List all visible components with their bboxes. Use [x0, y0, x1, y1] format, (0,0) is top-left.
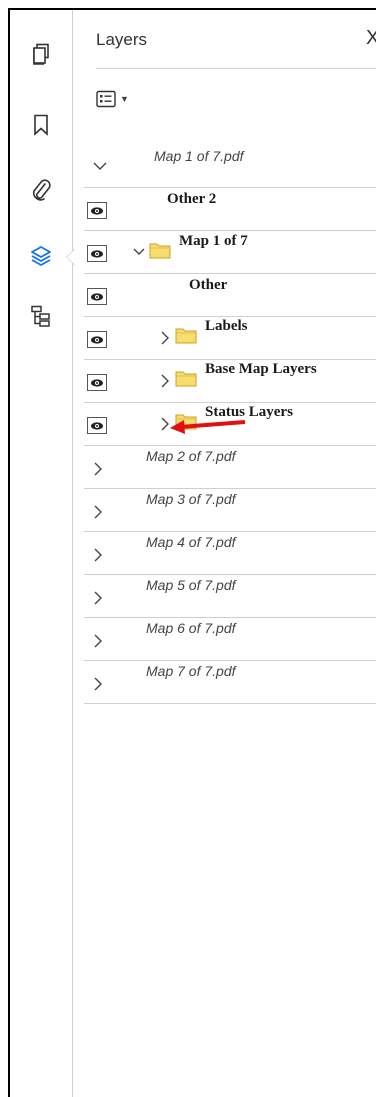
- annotation-arrow: [170, 420, 246, 434]
- visibility-toggle[interactable]: [87, 417, 107, 434]
- chevron-right-icon[interactable]: [89, 546, 107, 564]
- tree-item-label: Other 2: [167, 191, 217, 207]
- tree-item-label: Map 1 of 7.pdf: [154, 148, 244, 164]
- visibility-toggle[interactable]: [87, 202, 107, 219]
- chevron-right-icon[interactable]: [89, 675, 107, 693]
- chevron-down-icon[interactable]: [131, 244, 147, 260]
- chevron-right-icon[interactable]: [157, 330, 173, 346]
- tree-item-map-2-pdf[interactable]: Map 2 of 7.pdf: [84, 446, 376, 489]
- attachment-icon[interactable]: [27, 176, 55, 204]
- visibility-toggle[interactable]: [87, 288, 107, 305]
- navigation-rail: [10, 10, 75, 1097]
- chevron-down-icon[interactable]: [91, 157, 109, 175]
- chevron-right-icon[interactable]: [89, 632, 107, 650]
- chevron-down-icon: ▼: [120, 94, 129, 104]
- eye-icon: [91, 421, 103, 430]
- tree-item-label: Map 4 of 7.pdf: [146, 534, 236, 550]
- chevron-right-icon[interactable]: [89, 589, 107, 607]
- tree-item-label: Map 5 of 7.pdf: [146, 577, 236, 593]
- eye-icon: [91, 335, 103, 344]
- tree-item-label: Labels: [205, 318, 248, 334]
- pages-icon[interactable]: [27, 41, 55, 69]
- layers-icon[interactable]: [27, 242, 55, 270]
- eye-icon: [91, 249, 103, 258]
- panel-title: Layers: [96, 30, 148, 49]
- eye-icon: [91, 206, 103, 215]
- close-icon[interactable]: X: [366, 27, 376, 50]
- chevron-right-icon[interactable]: [89, 503, 107, 521]
- tree-item-labels[interactable]: Labels: [84, 317, 376, 360]
- tree-item-label: Map 3 of 7.pdf: [146, 491, 236, 507]
- folder-icon: [175, 328, 197, 344]
- tree-item-map-7-pdf[interactable]: Map 7 of 7.pdf: [84, 661, 376, 704]
- tree-item-map-5-pdf[interactable]: Map 5 of 7.pdf: [84, 575, 376, 618]
- tree-item-map-6-pdf[interactable]: Map 6 of 7.pdf: [84, 618, 376, 661]
- visibility-toggle[interactable]: [87, 245, 107, 262]
- options-menu-button[interactable]: ▼: [96, 88, 136, 110]
- visibility-toggle[interactable]: [87, 374, 107, 391]
- tree-item-label: Map 1 of 7: [179, 233, 248, 249]
- list-options-icon: [96, 90, 116, 108]
- tree-item-other[interactable]: Other: [84, 274, 376, 317]
- header-divider: [96, 68, 376, 69]
- tree-item-map-4-pdf[interactable]: Map 4 of 7.pdf: [84, 532, 376, 575]
- visibility-toggle[interactable]: [87, 331, 107, 348]
- eye-icon: [91, 292, 103, 301]
- structure-icon[interactable]: [27, 302, 55, 330]
- chevron-right-icon[interactable]: [89, 460, 107, 478]
- tree-item-base-map-layers[interactable]: Base Map Layers: [84, 360, 376, 403]
- tree-item-map-3-pdf[interactable]: Map 3 of 7.pdf: [84, 489, 376, 532]
- tree-item-label: Base Map Layers: [205, 361, 317, 377]
- tree-item-map-1-group[interactable]: Map 1 of 7: [84, 231, 376, 274]
- folder-icon: [175, 371, 197, 387]
- layers-panel: Layers X ▼ Map 1 of 7.pdf Other 2 Map 1 …: [74, 10, 376, 1097]
- folder-icon: [149, 243, 171, 259]
- bookmark-icon[interactable]: [27, 111, 55, 139]
- tree-item-other-2[interactable]: Other 2: [84, 188, 376, 231]
- tree-item-label: Other: [189, 277, 228, 293]
- tree-item-label: Map 6 of 7.pdf: [146, 620, 236, 636]
- panel-header: Layers X: [74, 10, 376, 69]
- chevron-right-icon[interactable]: [157, 373, 173, 389]
- tree-item-map-1-pdf[interactable]: Map 1 of 7.pdf: [84, 143, 376, 188]
- tree-item-label: Map 2 of 7.pdf: [146, 448, 236, 464]
- tree-item-label: Map 7 of 7.pdf: [146, 663, 236, 679]
- eye-icon: [91, 378, 103, 387]
